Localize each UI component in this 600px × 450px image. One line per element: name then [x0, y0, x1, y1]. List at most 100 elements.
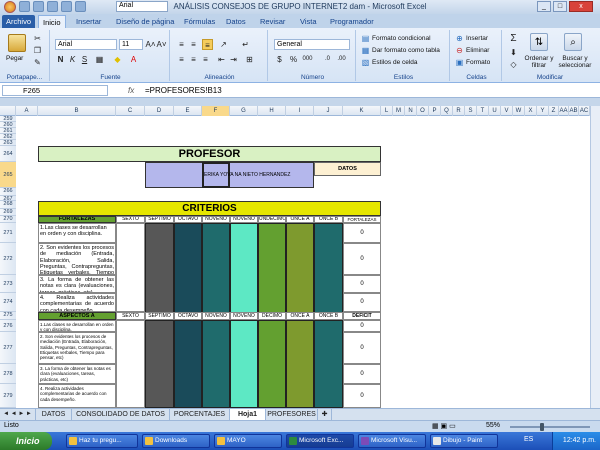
grade-header[interactable]: ONCE A	[286, 216, 314, 223]
align-bottom-icon[interactable]: ≡	[202, 39, 213, 50]
profesor-title[interactable]: PROFESOR	[38, 146, 381, 162]
tab-archivo[interactable]: Archivo	[2, 15, 36, 28]
col-header[interactable]: P	[429, 106, 441, 116]
start-button[interactable]: Inicio	[0, 432, 52, 450]
col-header[interactable]: Y	[537, 106, 549, 116]
grade-header[interactable]: DECIMO	[258, 312, 286, 320]
color-column-once-a[interactable]	[286, 320, 314, 408]
decrease-indent-icon[interactable]: ⇤	[216, 54, 227, 65]
font-size-select[interactable]: 11	[119, 39, 143, 50]
insert-cells-button[interactable]: Insertar	[466, 35, 488, 42]
sheet-tab-consolidado[interactable]: CONSOLIDADO DE DATOS	[72, 409, 170, 420]
formula-input[interactable]: =PROFESORES!B13	[145, 86, 222, 95]
grade-header[interactable]: OCTAVO	[174, 312, 202, 320]
aspecto-item[interactable]: 3. La forma de obtener las notas es clar…	[38, 364, 116, 384]
color-column-once-b[interactable]	[314, 223, 343, 320]
col-header[interactable]: X	[525, 106, 537, 116]
col-header[interactable]: AA	[559, 106, 569, 116]
language-indicator[interactable]: ES	[524, 436, 533, 443]
aspecto-item[interactable]: 1.Las clases se desarrollan en orden y c…	[38, 320, 116, 332]
fortaleza-item[interactable]: 1.Las clases se desarrollan en orden y c…	[38, 223, 116, 243]
col-header[interactable]: T	[477, 106, 489, 116]
row-header[interactable]: 274	[0, 293, 16, 312]
tab-datos[interactable]: Datos	[222, 15, 250, 28]
new-sheet-icon[interactable]: ✚	[318, 409, 332, 420]
col-header[interactable]: K	[343, 106, 381, 116]
tab-formulas[interactable]: Fórmulas	[180, 15, 219, 28]
grade-header[interactable]: NOVENO	[202, 216, 230, 223]
deficit-value[interactable]: 0	[343, 320, 381, 332]
col-header[interactable]: N	[405, 106, 417, 116]
select-all-corner[interactable]	[0, 106, 16, 116]
align-top-icon[interactable]: ≡	[176, 39, 187, 50]
col-header-selected[interactable]: F	[202, 106, 230, 116]
sexto-cells[interactable]	[116, 320, 145, 408]
col-header[interactable]: J	[314, 106, 343, 116]
color-column-octavo[interactable]	[174, 223, 202, 320]
tab-programador[interactable]: Programador	[326, 15, 378, 28]
grade-header[interactable]: SEPTIMO	[145, 312, 174, 320]
zoom-slider[interactable]	[510, 426, 590, 428]
deficit-col-header[interactable]: DEFICIT	[343, 312, 381, 320]
sheet-nav-arrows-icon[interactable]: ◄ ◄ ► ►	[0, 409, 36, 420]
align-center-icon[interactable]: ≡	[188, 54, 199, 65]
fortaleza-value[interactable]: 0	[343, 293, 381, 312]
zoom-slider-thumb[interactable]	[540, 423, 544, 431]
tab-revisar[interactable]: Revisar	[256, 15, 289, 28]
bold-button[interactable]: N	[55, 54, 66, 65]
grade-header[interactable]: ONCE A	[286, 312, 314, 320]
col-header[interactable]: W	[513, 106, 525, 116]
fortaleza-value[interactable]: 0	[343, 275, 381, 293]
shrink-font-button[interactable]: A˅	[156, 39, 167, 50]
col-header[interactable]: B	[38, 106, 116, 116]
color-column-noveno[interactable]	[202, 320, 230, 408]
color-column-octavo[interactable]	[174, 320, 202, 408]
grade-header[interactable]: SEXTO	[116, 312, 145, 320]
color-column-once-b[interactable]	[314, 320, 343, 408]
format-painter-icon[interactable]: ✎	[32, 57, 43, 68]
view-buttons-icon[interactable]: ▦ ▣ ▭	[432, 422, 456, 430]
align-middle-icon[interactable]: ≡	[188, 39, 199, 50]
grade-header[interactable]: SEPTIMO	[145, 216, 174, 223]
color-column-undecimo[interactable]	[258, 223, 286, 320]
sheet-tab-datos[interactable]: DATOS	[36, 409, 72, 420]
col-header[interactable]: R	[453, 106, 465, 116]
grade-header[interactable]: SEXTO	[116, 216, 145, 223]
find-select-button[interactable]: Buscar y seleccionar	[556, 55, 594, 69]
row-header[interactable]: 272	[0, 243, 16, 275]
system-tray-clock[interactable]: 12:42 p.m.	[552, 432, 600, 450]
aspecto-item[interactable]: 2. Son evidentes los procesos de mediaci…	[38, 332, 116, 364]
thousands-button[interactable]: 000	[302, 54, 313, 65]
taskbar-item[interactable]: MAYO	[214, 434, 282, 448]
color-column-decimo[interactable]	[258, 320, 286, 408]
col-header[interactable]: M	[393, 106, 405, 116]
fortalezas-col-header[interactable]: FORTALEZAS	[343, 216, 381, 223]
fortaleza-item[interactable]: 3. La forma de obtener las notas es clar…	[38, 275, 116, 293]
delete-cells-button[interactable]: Eliminar	[466, 47, 489, 54]
col-header[interactable]: AC	[579, 106, 590, 116]
worksheet-grid[interactable]: 259 260 261 262 263 264 265 266 267 268 …	[0, 116, 590, 408]
tab-insertar[interactable]: Insertar	[72, 15, 105, 28]
conditional-format-button[interactable]: Formato condicional	[372, 35, 431, 42]
paste-label[interactable]: Pegar	[6, 55, 23, 62]
fortaleza-value[interactable]: 0	[343, 223, 381, 243]
criterios-title[interactable]: CRITERIOS	[38, 201, 381, 216]
col-header[interactable]: Z	[549, 106, 559, 116]
name-box[interactable]: F265	[2, 85, 108, 96]
color-column-noveno[interactable]	[202, 223, 230, 320]
taskbar-item[interactable]: Dibujo - Paint	[430, 434, 498, 448]
align-left-icon[interactable]: ≡	[176, 54, 187, 65]
sheet-tab-profesores[interactable]: PROFESORES	[266, 409, 318, 420]
grade-header[interactable]: ONCE B	[314, 312, 343, 320]
cut-icon[interactable]: ✂	[32, 33, 43, 44]
wrap-text-icon[interactable]: ↵	[240, 39, 251, 50]
col-header[interactable]: A	[16, 106, 38, 116]
row-header[interactable]: 279	[0, 384, 16, 408]
row-header[interactable]: 277	[0, 332, 16, 364]
grade-header[interactable]: ONCE B	[314, 216, 343, 223]
grade-header[interactable]: NOVENO	[230, 312, 258, 320]
row-header[interactable]: 273	[0, 275, 16, 293]
sort-filter-button[interactable]: Ordenar y filtrar	[524, 55, 554, 69]
autosum-button[interactable]: Σ	[508, 33, 519, 44]
col-header[interactable]: AB	[569, 106, 579, 116]
